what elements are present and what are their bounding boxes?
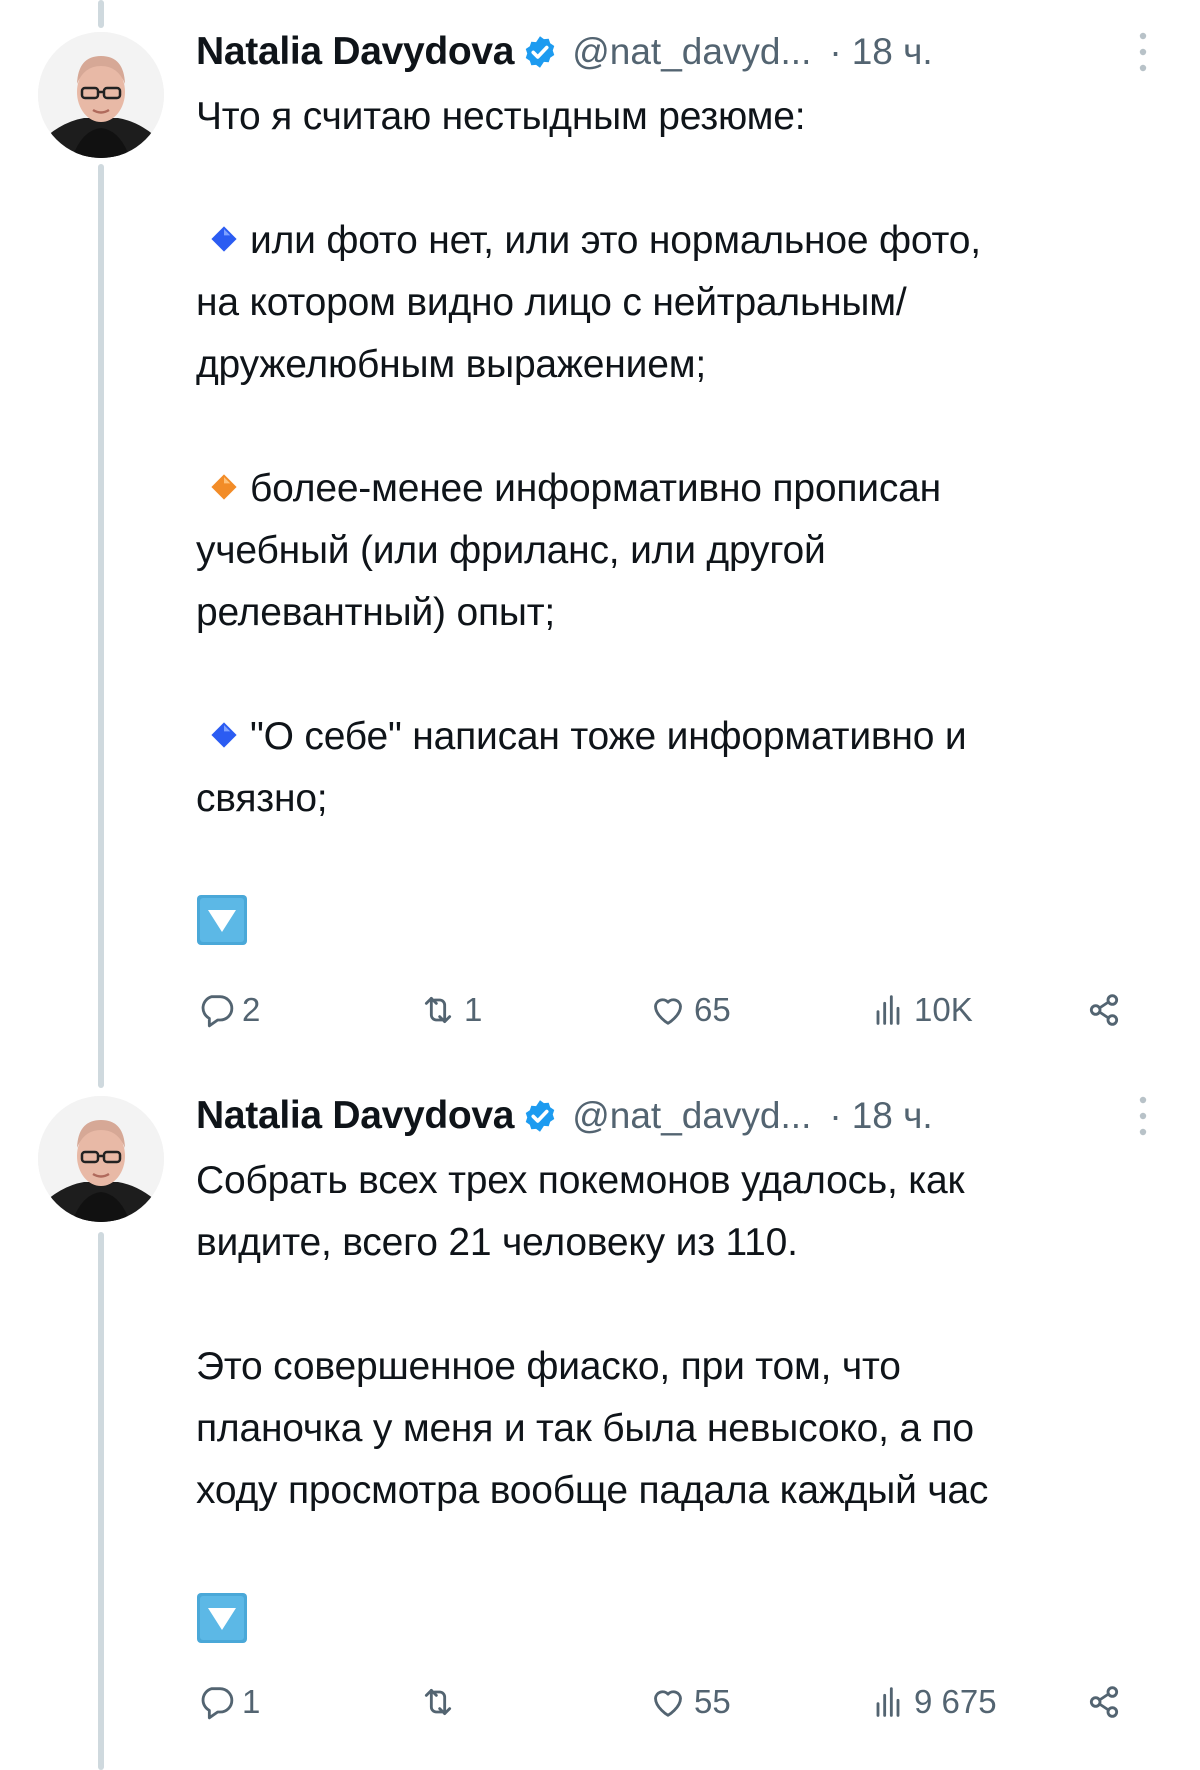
- text-line: релевантный) опыт;: [196, 591, 556, 634]
- like-button[interactable]: 65: [648, 982, 731, 1038]
- text-line: Это совершенное фиаско, при том, что: [196, 1345, 901, 1388]
- more-options-icon[interactable]: [1138, 30, 1148, 74]
- down-button-icon: [197, 895, 247, 945]
- bullet-line: более-менее информативно прописан: [196, 458, 1170, 520]
- bullet-line: или фото нет, или это нормальное фото,: [196, 210, 1170, 272]
- repost-button[interactable]: [418, 1674, 464, 1730]
- like-count: 65: [694, 991, 731, 1028]
- views-button[interactable]: 9 675: [868, 1674, 997, 1730]
- avatar[interactable]: [38, 1096, 164, 1222]
- views-count: 10K: [914, 991, 973, 1028]
- author-name[interactable]: Natalia Davydova: [196, 30, 515, 74]
- author-name[interactable]: Natalia Davydova: [196, 1094, 515, 1138]
- repost-icon: [424, 996, 452, 1024]
- more-options-icon[interactable]: [1138, 1094, 1148, 1138]
- text-line: связно;: [196, 777, 328, 820]
- text-line: ходу просмотра вообще падала каждый час: [196, 1469, 989, 1512]
- avatar[interactable]: [38, 32, 164, 158]
- share-icon: [1089, 1686, 1119, 1718]
- like-count: 55: [694, 1683, 731, 1720]
- author-handle[interactable]: @nat_davyd...: [572, 31, 811, 73]
- small-blue-diamond-icon: [211, 722, 237, 748]
- author-handle[interactable]: @nat_davyd...: [572, 1095, 811, 1137]
- reply-icon: [201, 1687, 234, 1720]
- text-line: Что я считаю нестыдным резюме:: [196, 95, 806, 138]
- down-button-icon: [197, 1593, 247, 1643]
- tweet-actions: 2 1 65 10K: [196, 982, 1170, 1038]
- repost-count: 1: [464, 991, 483, 1028]
- share-button[interactable]: [1084, 982, 1130, 1038]
- tweet-text: Собрать всех трех покемонов удалось, как…: [196, 1150, 1170, 1522]
- heart-icon: [654, 998, 682, 1025]
- reply-button[interactable]: 2: [196, 982, 260, 1038]
- timestamp[interactable]: 18 ч.: [852, 31, 933, 73]
- tweet-header: Natalia Davydova @nat_davyd... · 18 ч.: [196, 1086, 1170, 1146]
- views-button[interactable]: 10K: [868, 982, 973, 1038]
- small-orange-diamond-icon: [211, 474, 237, 500]
- timestamp[interactable]: 18 ч.: [852, 1095, 933, 1137]
- views-count: 9 675: [914, 1683, 997, 1720]
- text-line: видите, всего 21 человеку из 110.: [196, 1221, 798, 1264]
- tweet-header: Natalia Davydova @nat_davyd... · 18 ч.: [196, 22, 1170, 82]
- tweet[interactable]: Natalia Davydova @nat_davyd... · 18 ч. С…: [0, 1066, 1200, 1770]
- share-button[interactable]: [1084, 1674, 1130, 1730]
- avatar-photo-icon: [38, 1096, 164, 1222]
- small-blue-diamond-icon: [211, 226, 237, 252]
- heart-icon: [654, 1690, 682, 1717]
- separator-dot: ·: [829, 31, 842, 72]
- like-button[interactable]: 55: [648, 1674, 731, 1730]
- share-icon: [1089, 994, 1119, 1026]
- views-chart-icon: [876, 1687, 900, 1717]
- verified-badge-icon: [525, 1100, 555, 1132]
- text-line: дружелюбным выражением;: [196, 343, 706, 386]
- bullet-text: или фото нет, или это нормальное фото,: [250, 219, 981, 262]
- text-line: Собрать всех трех покемонов удалось, как: [196, 1159, 965, 1202]
- reply-count: 1: [242, 1683, 261, 1720]
- tweet[interactable]: Natalia Davydova @nat_davyd... · 18 ч. Ч…: [0, 0, 1200, 1060]
- repost-icon: [424, 1688, 452, 1716]
- tweet-actions: 1 55 9 675: [196, 1674, 1170, 1730]
- verified-badge-icon: [525, 36, 555, 68]
- reply-count: 2: [242, 991, 261, 1028]
- text-line: учебный (или фриланс, или другой: [196, 529, 826, 572]
- text-line: на котором видно лицо с нейтральным/: [196, 281, 907, 324]
- bullet-text: "О себе" написан тоже информативно и: [250, 715, 967, 758]
- tweet-text: Что я считаю нестыдным резюме: или фото …: [196, 86, 1170, 830]
- reply-icon: [201, 995, 234, 1028]
- text-line: планочка у меня и так была невысоко, а п…: [196, 1407, 974, 1450]
- bullet-text: более-менее информативно прописан: [250, 467, 941, 510]
- repost-button[interactable]: 1: [418, 982, 482, 1038]
- bullet-line: "О себе" написан тоже информативно и: [196, 706, 1170, 768]
- reply-button[interactable]: 1: [196, 1674, 260, 1730]
- views-chart-icon: [876, 995, 900, 1025]
- avatar-photo-icon: [38, 32, 164, 158]
- separator-dot: ·: [829, 1095, 842, 1136]
